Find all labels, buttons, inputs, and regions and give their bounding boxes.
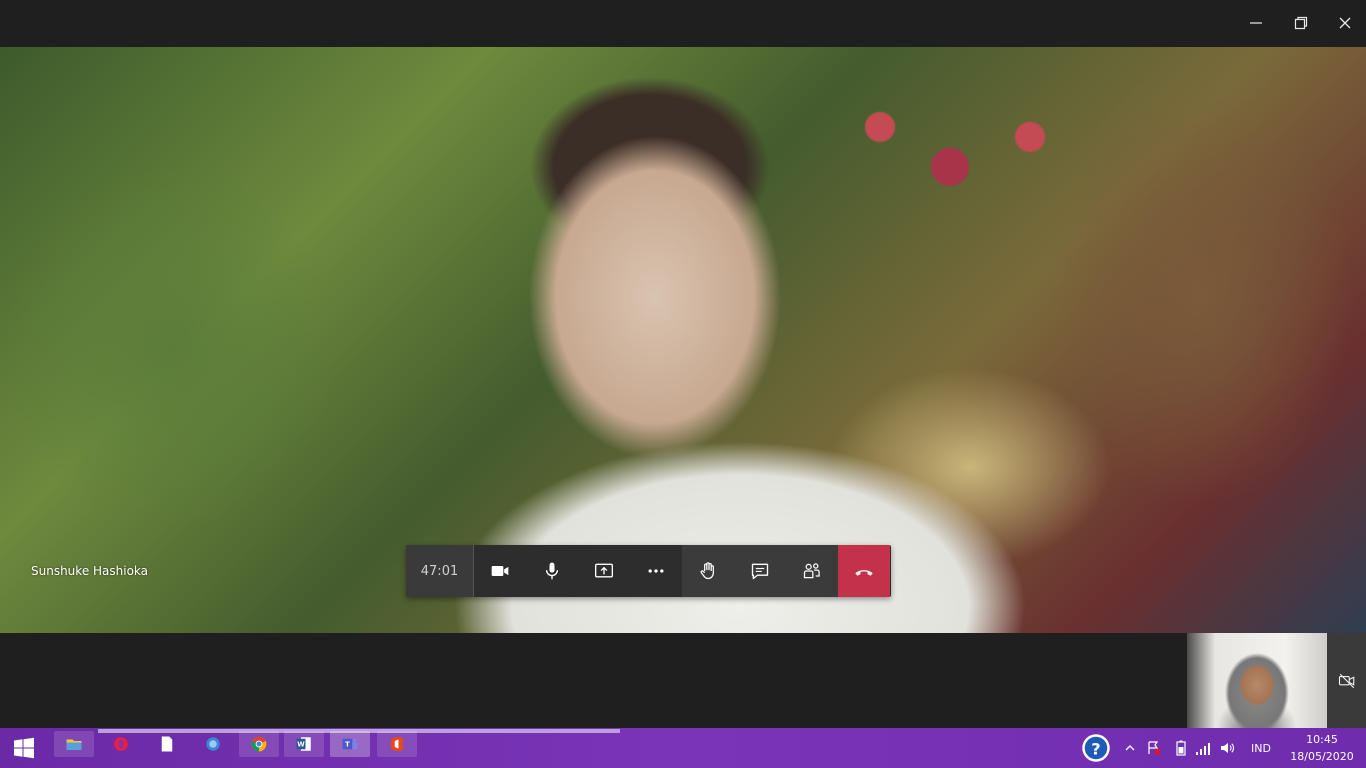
media-controls (474, 545, 682, 597)
battery-button[interactable] (1172, 728, 1190, 768)
teams-meeting-window: Sunshuke Hashioka 47:01 (0, 0, 1366, 728)
close-icon (1339, 17, 1351, 29)
chat-icon (751, 563, 769, 580)
camera-off-icon (1338, 673, 1354, 688)
flag-error-icon (1148, 741, 1161, 755)
battery-icon (1176, 740, 1186, 756)
call-timer: 47:01 (406, 545, 474, 597)
hang-up-icon (855, 570, 873, 576)
taskbar-office[interactable] (377, 731, 417, 757)
clock-date: 18/05/2020 (1290, 750, 1354, 763)
taskbar-notepad[interactable] (147, 731, 187, 757)
file-explorer-icon (66, 739, 82, 750)
svg-text:T: T (345, 741, 350, 749)
taskbar-clock[interactable]: 10:45 18/05/2020 (1282, 731, 1362, 767)
participants-button[interactable] (786, 545, 838, 597)
show-hidden-icons-button[interactable] (1122, 728, 1138, 768)
signal-bars-icon (1196, 743, 1210, 755)
notepad-icon (161, 736, 173, 752)
microphone-icon (545, 562, 559, 580)
restore-button[interactable] (1279, 4, 1323, 42)
volume-button[interactable] (1216, 728, 1238, 768)
start-button[interactable] (0, 728, 48, 768)
hang-up-button[interactable] (838, 545, 890, 597)
help-icon: ? (1082, 734, 1110, 762)
camera-icon (491, 566, 509, 576)
call-control-bar: 47:01 (406, 545, 891, 597)
speaker-icon (1221, 743, 1234, 753)
help-button[interactable]: ? (1078, 728, 1114, 768)
input-language-button[interactable]: IND (1244, 728, 1278, 768)
minimize-icon (1250, 22, 1262, 24)
more-options-button[interactable] (630, 545, 682, 597)
close-button[interactable] (1323, 4, 1366, 42)
microphone-button[interactable] (526, 545, 578, 597)
chevron-up-icon (1125, 745, 1135, 751)
office-icon (391, 736, 403, 752)
camera-button[interactable] (474, 545, 526, 597)
participant-name: Sunshuke Hashioka (31, 564, 149, 578)
meeting-controls (682, 545, 838, 597)
word-icon: W (296, 737, 311, 751)
taskbar-teams[interactable]: T (330, 731, 370, 757)
self-video-preview (1187, 633, 1327, 728)
cellular-signal-button[interactable] (1193, 728, 1213, 768)
title-bar (0, 0, 1366, 47)
chrome-icon (251, 736, 267, 752)
restore-icon (1294, 16, 1308, 30)
raise-hand-icon (700, 562, 714, 580)
taskbar-file-explorer[interactable] (54, 731, 94, 757)
taskbar-browser[interactable] (193, 731, 233, 757)
participants-icon (803, 563, 820, 579)
taskbar-word[interactable]: W (284, 731, 324, 757)
browser-icon (206, 737, 220, 751)
svg-text:?: ? (1091, 739, 1100, 758)
teams-icon: T (342, 738, 358, 750)
self-view-toggle-button[interactable] (1327, 633, 1366, 728)
share-screen-button[interactable] (578, 545, 630, 597)
more-options-icon (648, 569, 664, 573)
taskbar-chrome[interactable] (239, 731, 279, 757)
share-screen-icon (595, 563, 613, 578)
opera-icon (114, 737, 128, 751)
minimize-button[interactable] (1234, 4, 1278, 42)
windows-logo-icon (14, 737, 34, 759)
raise-hand-button[interactable] (682, 545, 734, 597)
taskbar-opera[interactable] (101, 731, 141, 757)
clock-time: 10:45 (1306, 733, 1338, 746)
svg-text:W: W (297, 741, 305, 749)
network-flag-button[interactable] (1143, 728, 1165, 768)
chat-button[interactable] (734, 545, 786, 597)
